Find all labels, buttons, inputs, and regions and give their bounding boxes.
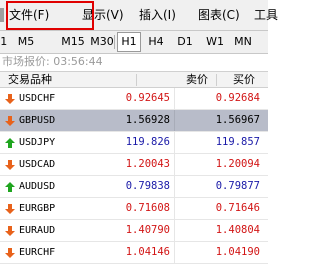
down-arrow-icon bbox=[5, 116, 15, 126]
quote-row[interactable]: EURAUD 1.40790 1.40804 bbox=[0, 220, 268, 242]
quote-ask: 1.04190 bbox=[215, 246, 260, 258]
timeframe-toolbar: M1 M5 M15 M30 H1 H4 D1 W1 MN bbox=[0, 31, 268, 54]
down-arrow-icon bbox=[5, 248, 15, 258]
quote-bid: 1.56928 bbox=[125, 114, 170, 126]
cell-divider bbox=[174, 154, 175, 175]
column-header-symbol[interactable]: 交易品种 bbox=[8, 72, 52, 88]
timeframe-mn[interactable]: MN bbox=[229, 33, 257, 51]
quote-ask: 0.71646 bbox=[215, 202, 260, 214]
quote-row[interactable]: GBPUSD 1.56928 1.56967 bbox=[0, 110, 268, 132]
quote-bid: 1.40790 bbox=[125, 224, 170, 236]
quote-bid: 0.79838 bbox=[125, 180, 170, 192]
quote-symbol: GBPUSD bbox=[19, 115, 56, 126]
quote-ask: 1.56967 bbox=[215, 114, 260, 126]
quote-symbol: EURCHF bbox=[19, 247, 56, 258]
toolbar-separator bbox=[114, 35, 115, 49]
quotes-table-header: 交易品种 卖价 买价 bbox=[0, 71, 268, 88]
timeframe-w1[interactable]: W1 bbox=[202, 33, 228, 51]
quote-bid: 1.04146 bbox=[125, 246, 170, 258]
quote-row[interactable]: USDCAD 1.20043 1.20094 bbox=[0, 154, 268, 176]
quote-bid: 0.92645 bbox=[125, 92, 170, 104]
menu-insert[interactable]: 插入(I) bbox=[139, 0, 176, 30]
menu-tools[interactable]: 工具 bbox=[254, 0, 278, 30]
quote-ask: 1.20094 bbox=[215, 158, 260, 170]
up-arrow-icon bbox=[5, 138, 15, 148]
cell-divider bbox=[174, 176, 175, 197]
down-arrow-icon bbox=[5, 160, 15, 170]
quote-bid: 119.826 bbox=[125, 136, 170, 148]
quote-ask: 0.92684 bbox=[215, 92, 260, 104]
timeframe-m15[interactable]: M15 bbox=[57, 33, 89, 51]
quote-symbol: USDCHF bbox=[19, 93, 56, 104]
quote-ask: 0.79877 bbox=[215, 180, 260, 192]
cell-divider bbox=[174, 132, 175, 153]
down-arrow-icon bbox=[5, 94, 15, 104]
menu-bar-edge bbox=[0, 8, 4, 22]
header-divider bbox=[136, 74, 137, 86]
quote-ask: 1.40804 bbox=[215, 224, 260, 236]
timeframe-d1[interactable]: D1 bbox=[173, 33, 197, 51]
column-header-ask[interactable]: 买价 bbox=[233, 72, 255, 88]
timeframe-m5[interactable]: M5 bbox=[12, 33, 40, 51]
timeframe-m1[interactable]: M1 bbox=[0, 33, 12, 51]
quotes-table-body: USDCHF 0.92645 0.92684 GBPUSD 1.56928 1.56967… bbox=[0, 88, 268, 264]
quote-bid: 1.20043 bbox=[125, 158, 170, 170]
file-menu-highlight-box bbox=[6, 1, 94, 30]
timeframe-m30[interactable]: M30 bbox=[89, 33, 115, 51]
cell-divider bbox=[174, 88, 175, 109]
quote-row[interactable]: USDCHF 0.92645 0.92684 bbox=[0, 88, 268, 110]
timeframe-h4[interactable]: H4 bbox=[143, 33, 169, 51]
quote-symbol: AUDUSD bbox=[19, 181, 56, 192]
quote-symbol: USDJPY bbox=[19, 137, 56, 148]
timeframe-h1[interactable]: H1 bbox=[117, 32, 141, 52]
header-divider bbox=[216, 74, 217, 86]
quote-ask: 119.857 bbox=[215, 136, 260, 148]
cell-divider bbox=[174, 220, 175, 241]
quote-symbol: USDCAD bbox=[19, 159, 56, 170]
quote-row[interactable]: EURGBP 0.71608 0.71646 bbox=[0, 198, 268, 220]
menu-chart[interactable]: 图表(C) bbox=[198, 0, 240, 30]
quote-symbol: EURGBP bbox=[19, 203, 56, 214]
cell-divider bbox=[174, 198, 175, 219]
quote-row[interactable]: USDJPY 119.826 119.857 bbox=[0, 132, 268, 154]
quote-symbol: EURAUD bbox=[19, 225, 56, 236]
down-arrow-icon bbox=[5, 204, 15, 214]
cell-divider bbox=[174, 242, 175, 263]
cell-divider bbox=[174, 110, 175, 131]
column-header-bid[interactable]: 卖价 bbox=[186, 72, 208, 88]
quote-row[interactable]: AUDUSD 0.79838 0.79877 bbox=[0, 176, 268, 198]
market-watch-title: 市场报价: 03:56:44 bbox=[0, 54, 268, 70]
quote-bid: 0.71608 bbox=[125, 202, 170, 214]
down-arrow-icon bbox=[5, 226, 15, 236]
up-arrow-icon bbox=[5, 182, 15, 192]
quote-row[interactable]: EURCHF 1.04146 1.04190 bbox=[0, 242, 268, 264]
